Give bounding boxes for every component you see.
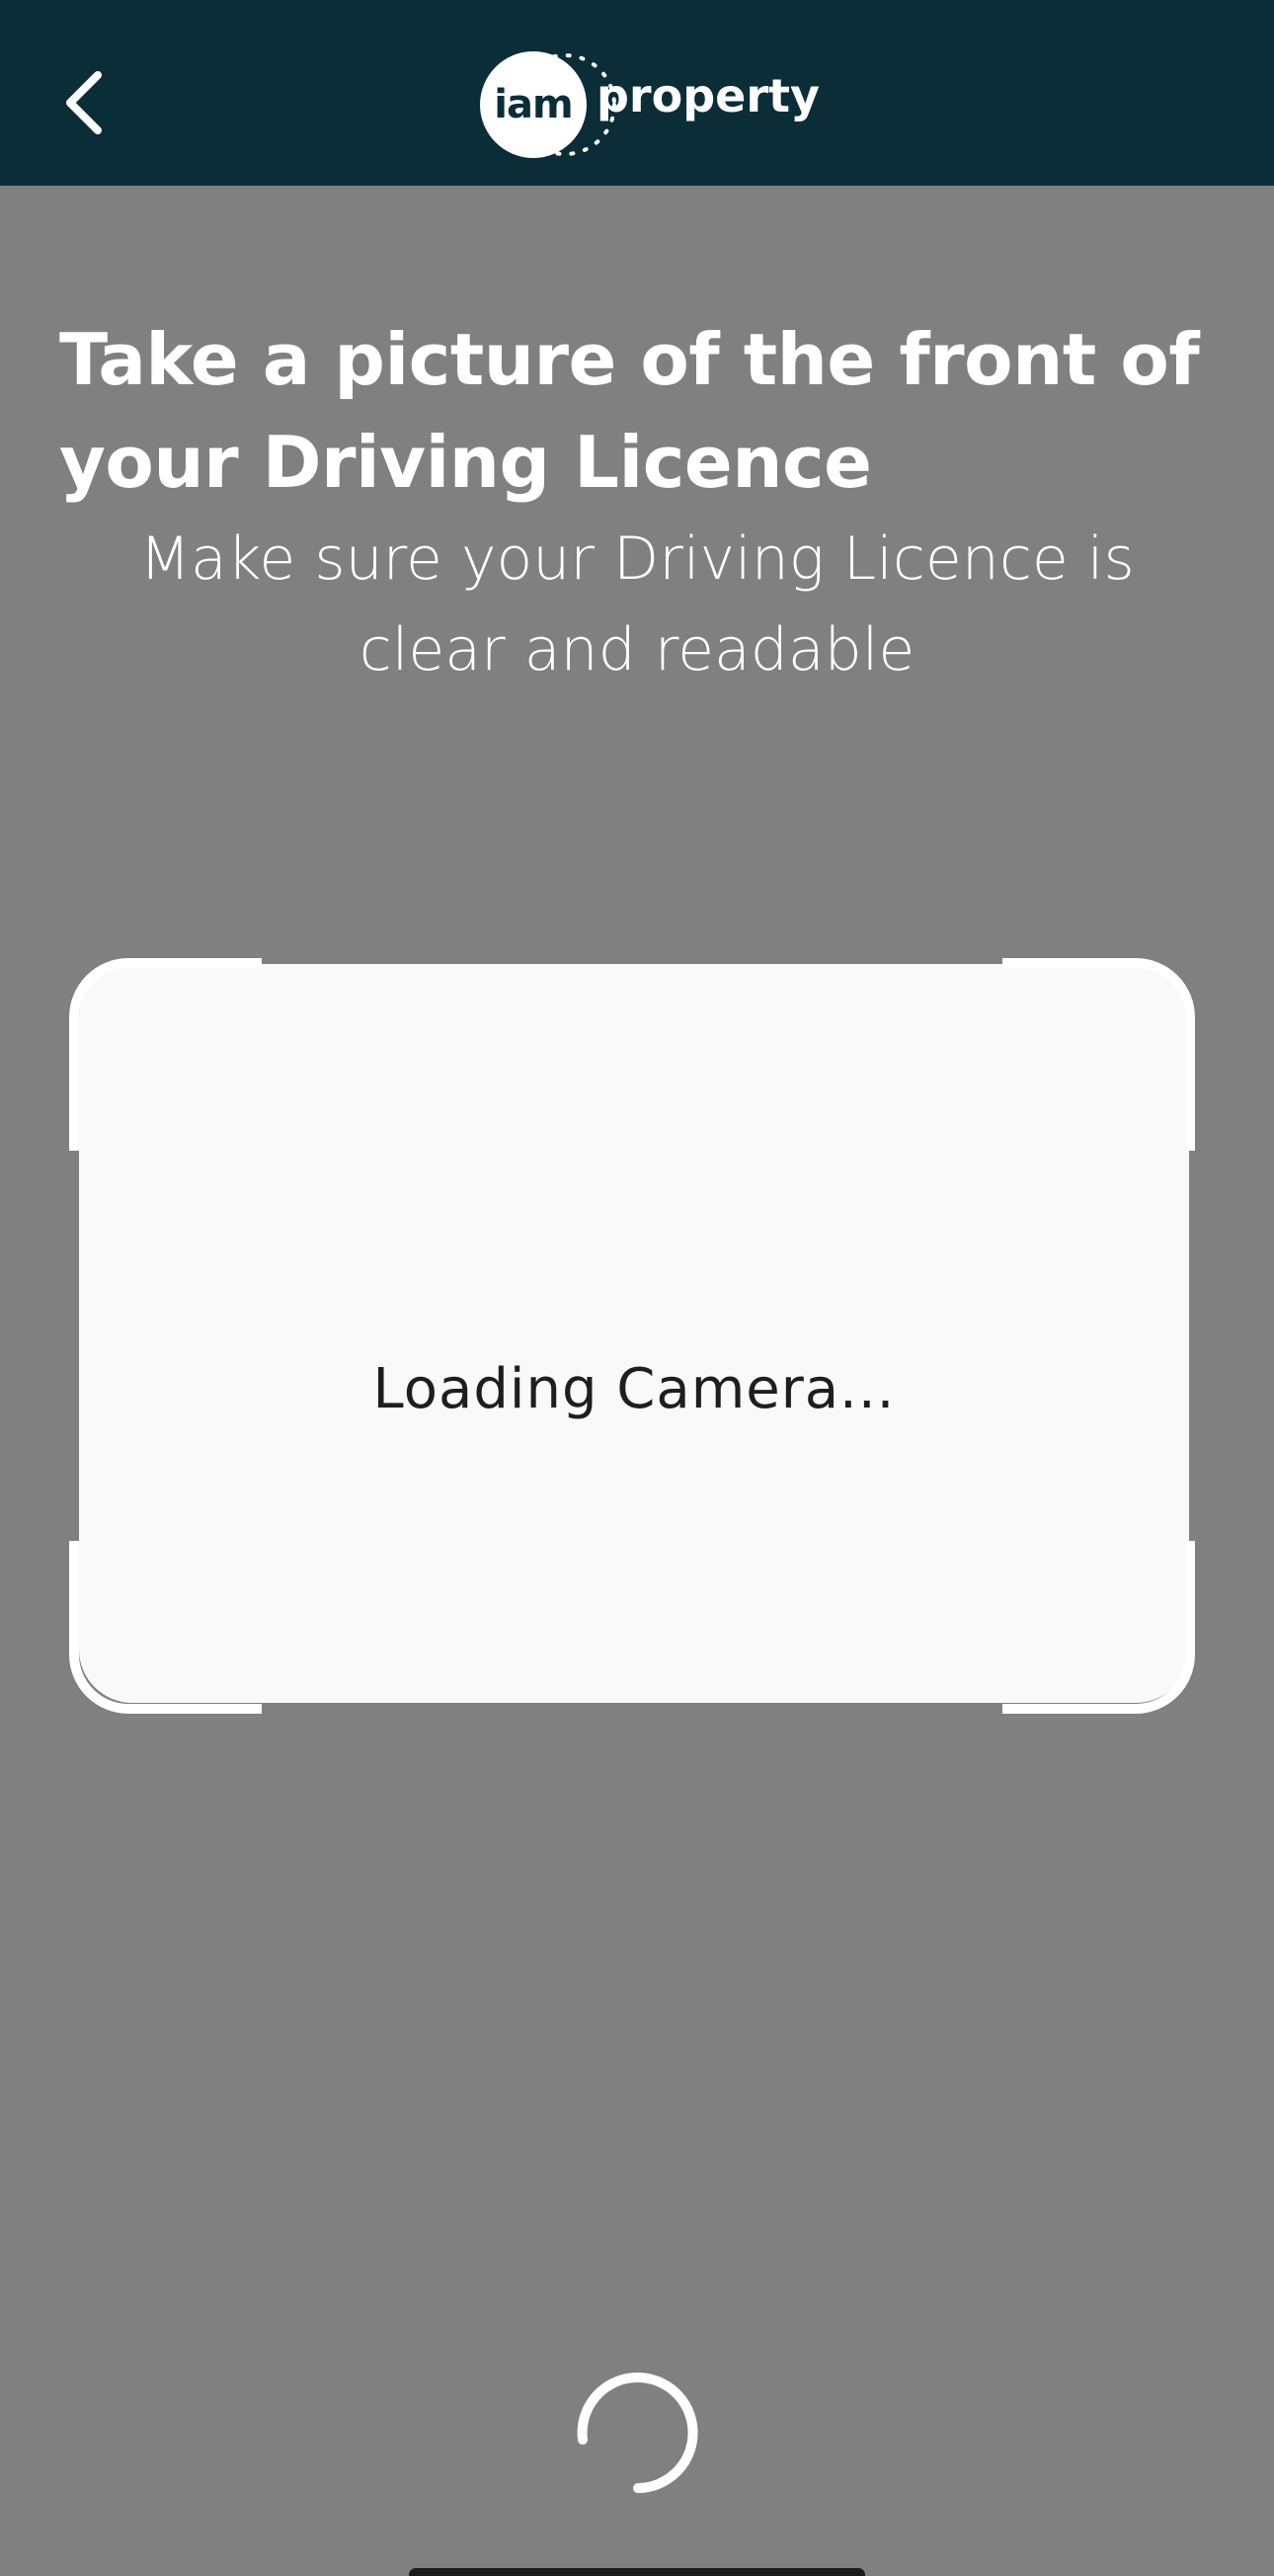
logo-circle: iam <box>480 51 587 158</box>
home-indicator <box>409 2568 865 2576</box>
id-capture-screen: iam property Take a picture of the front… <box>0 0 1274 2576</box>
spinner-icon <box>577 2373 698 2493</box>
document-frame-corners <box>69 958 1195 1714</box>
back-button[interactable] <box>40 47 128 158</box>
page-subtitle: Make sure your Driving Licence is clear … <box>139 524 1135 684</box>
camera-loading-text: Loading Camera... <box>372 1357 896 1421</box>
app-logo: iam property <box>480 47 820 162</box>
logo-wordmark: property <box>597 69 821 122</box>
logo-circle-text: iam <box>494 82 573 127</box>
chevron-left-icon <box>66 71 102 134</box>
top-app-bar: iam property <box>0 0 1274 186</box>
page-title: Take a picture of the front of your Driv… <box>59 318 1200 504</box>
